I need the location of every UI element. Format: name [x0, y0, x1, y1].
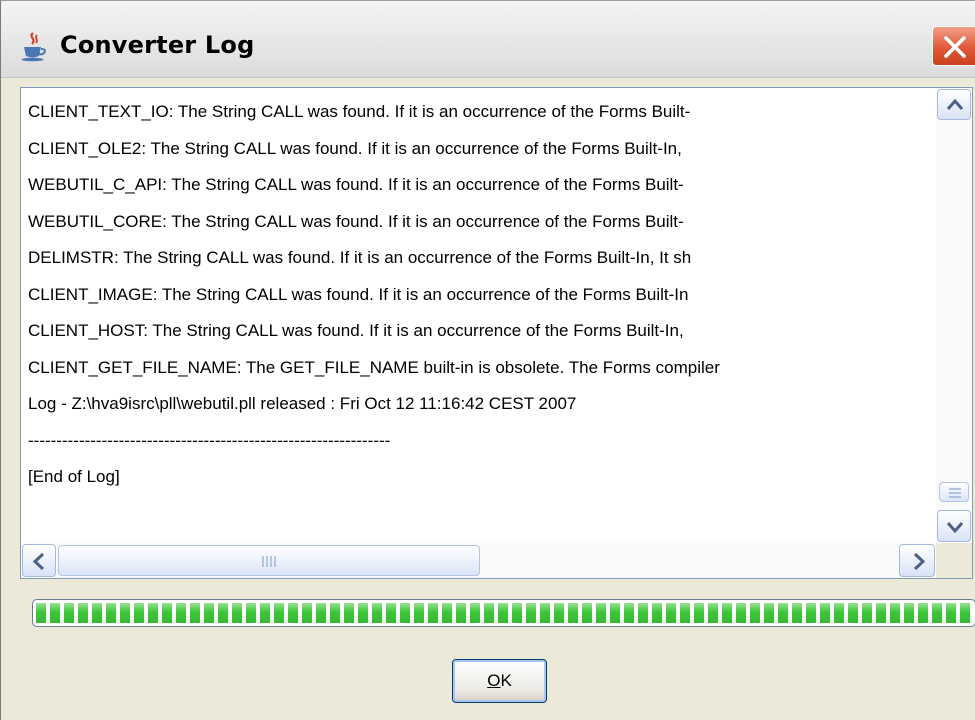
grip-icon [949, 488, 961, 498]
log-content[interactable]: CLIENT_TEXT_IO: The String CALL was foun… [28, 94, 934, 539]
log-line: CLIENT_GET_FILE_NAME: The GET_FILE_NAME … [28, 357, 720, 377]
log-line: WEBUTIL_CORE: The String CALL was found.… [28, 211, 684, 231]
log-line: CLIENT_IMAGE: The String CALL was found.… [28, 284, 689, 304]
grip-icon [262, 556, 276, 567]
log-line: CLIENT_HOST: The String CALL was found. … [28, 321, 684, 340]
close-icon [944, 36, 966, 58]
close-button[interactable] [932, 26, 975, 66]
ok-label-rest: K [500, 671, 512, 690]
progress-fill [36, 603, 972, 623]
log-line: WEBUTIL_C_API: The String CALL was found… [28, 175, 684, 194]
arrow-up-icon [946, 98, 964, 110]
log-text-area[interactable]: CLIENT_TEXT_IO: The String CALL was foun… [20, 87, 973, 579]
ok-mnemonic: O [487, 671, 501, 690]
horizontal-scrollbar[interactable] [21, 543, 936, 578]
ok-button[interactable]: OK [452, 659, 547, 703]
vertical-scroll-track[interactable] [937, 121, 971, 504]
scroll-up-button[interactable] [937, 89, 971, 120]
log-line: Log - Z:\hva9isrc\pll\webutil.pll releas… [28, 394, 577, 413]
arrow-down-icon [946, 522, 964, 534]
scrollbar-corner [936, 543, 972, 578]
arrow-right-icon [913, 552, 926, 571]
scroll-down-button[interactable] [937, 510, 971, 542]
title-bar[interactable]: Converter Log [1, 1, 975, 78]
progress-bar [32, 599, 975, 627]
arrow-left-icon [32, 552, 45, 571]
vertical-scrollbar[interactable] [936, 88, 972, 543]
log-line: ----------------------------------------… [28, 430, 391, 450]
converter-log-dialog: Converter Log CLIENT_TEXT_IO: The String… [0, 0, 975, 720]
log-line: [End of Log] [28, 467, 120, 486]
log-line: CLIENT_TEXT_IO: The String CALL was foun… [28, 102, 691, 121]
scroll-right-button[interactable] [899, 544, 935, 577]
log-line: CLIENT_OLE2: The String CALL was found. … [28, 138, 682, 158]
vertical-scroll-thumb[interactable] [939, 482, 969, 502]
log-line: DELIMSTR: The String CALL was found. If … [28, 248, 692, 267]
horizontal-scroll-thumb[interactable] [58, 545, 480, 576]
window-title: Converter Log [60, 31, 255, 59]
scroll-left-button[interactable] [22, 544, 56, 577]
java-cup-icon [20, 32, 48, 62]
